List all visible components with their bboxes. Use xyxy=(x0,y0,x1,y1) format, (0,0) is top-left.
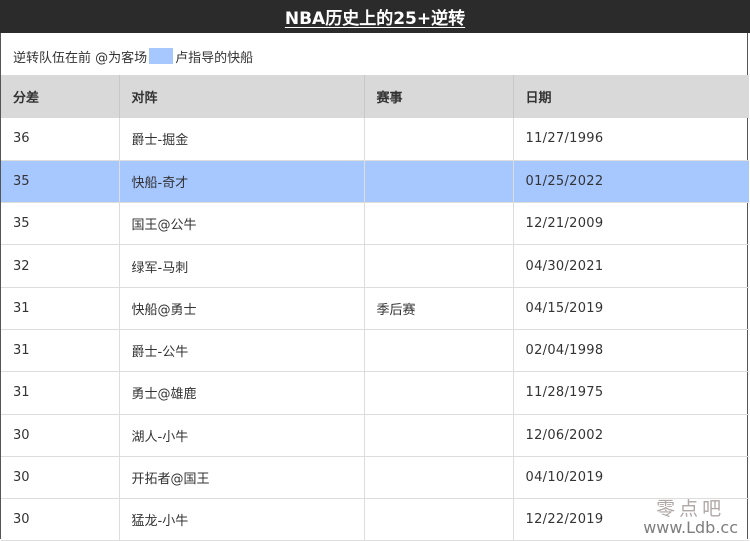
cell-margin: 30 xyxy=(1,498,120,541)
cell-matchup: 快船-奇才 xyxy=(119,160,365,203)
cell-margin: 30 xyxy=(1,456,120,499)
watermark: 零点吧 www.Ldb.cc xyxy=(643,497,738,538)
cell-event xyxy=(364,160,514,203)
page-title: NBA历史上的25+逆转 xyxy=(284,9,466,29)
cell-margin: 31 xyxy=(1,329,120,372)
cell-matchup: 勇士@雄鹿 xyxy=(119,371,365,415)
cell-event: 季后赛 xyxy=(364,287,514,330)
cell-margin: 31 xyxy=(1,371,120,415)
cell-date: 11/27/1996 xyxy=(525,131,604,147)
legend-highlight-label: 卢指导的快船 xyxy=(175,50,254,66)
cell-matchup: 猛龙-小牛 xyxy=(119,498,365,541)
cell-date: 01/25/2022 xyxy=(525,173,604,189)
cell-date: 04/15/2019 xyxy=(525,300,604,316)
cell-date: 11/28/1975 xyxy=(525,385,604,401)
table-header-row: 分差 对阵 赛事 日期 xyxy=(1,75,749,118)
cell-date: 12/21/2009 xyxy=(525,216,604,232)
comeback-table: 分差 对阵 赛事 日期 36 爵士-掘金 11/27/1996 35 快船-奇才 01/2… xyxy=(1,75,749,541)
cell-matchup: 湖人-小牛 xyxy=(119,414,365,457)
cell-matchup: 国王@公牛 xyxy=(119,202,365,245)
cell-date: 04/10/2019 xyxy=(525,470,604,486)
cell-matchup: 绿军-马刺 xyxy=(119,244,365,288)
cell-event xyxy=(364,414,514,457)
cell-event xyxy=(364,456,514,499)
table-row: 31 快船@勇士 季后赛 04/15/2019 xyxy=(1,287,749,330)
cell-event xyxy=(364,498,514,541)
cell-margin: 36 xyxy=(1,118,120,161)
header-date: 日期 xyxy=(525,91,552,106)
cell-margin: 35 xyxy=(1,202,120,245)
cell-event xyxy=(364,118,514,161)
table-row: 31 勇士@雄鹿 11/28/1975 xyxy=(1,371,749,415)
header-event: 赛事 xyxy=(364,75,514,118)
cell-date: 04/30/2021 xyxy=(525,258,604,274)
cell-event xyxy=(364,244,514,288)
table-row: 30 猛龙-小牛 12/22/2019 xyxy=(1,498,749,541)
table-row: 31 爵士-公牛 02/04/1998 xyxy=(1,329,749,372)
table-row: 36 爵士-掘金 11/27/1996 xyxy=(1,118,749,161)
table-row: 30 湖人-小牛 12/06/2002 xyxy=(1,414,749,457)
cell-date: 12/06/2002 xyxy=(525,427,604,443)
table-row: 35 国王@公牛 12/21/2009 xyxy=(1,202,749,245)
watermark-url: www.Ldb.cc xyxy=(643,518,738,538)
cell-event xyxy=(364,371,514,415)
legend-text: 逆转队伍在前 @为客场 xyxy=(13,50,148,66)
cell-margin: 30 xyxy=(1,414,120,457)
cell-matchup: 开拓者@国王 xyxy=(119,456,365,499)
table-row: 30 开拓者@国王 04/10/2019 xyxy=(1,456,749,499)
header-margin: 分差 xyxy=(1,75,120,118)
title-bar: NBA历史上的25+逆转 xyxy=(0,0,750,33)
cell-margin: 32 xyxy=(1,244,120,288)
cell-matchup: 快船@勇士 xyxy=(119,287,365,330)
table-row: 32 绿军-马刺 04/30/2021 xyxy=(1,244,749,288)
cell-date: 02/04/1998 xyxy=(525,343,604,359)
cell-margin: 35 xyxy=(1,160,120,203)
cell-matchup: 爵士-公牛 xyxy=(119,329,365,372)
legend: 逆转队伍在前 @为客场 卢指导的快船 xyxy=(13,46,253,66)
cell-margin: 31 xyxy=(1,287,120,330)
header-matchup: 对阵 xyxy=(119,75,365,118)
cell-matchup: 爵士-掘金 xyxy=(119,118,365,161)
cell-event xyxy=(364,329,514,372)
table-row: 35 快船-奇才 01/25/2022 xyxy=(1,160,749,203)
cell-event xyxy=(364,202,514,245)
watermark-logo-text: 零点吧 xyxy=(656,497,726,520)
legend-highlight-swatch xyxy=(149,48,174,64)
